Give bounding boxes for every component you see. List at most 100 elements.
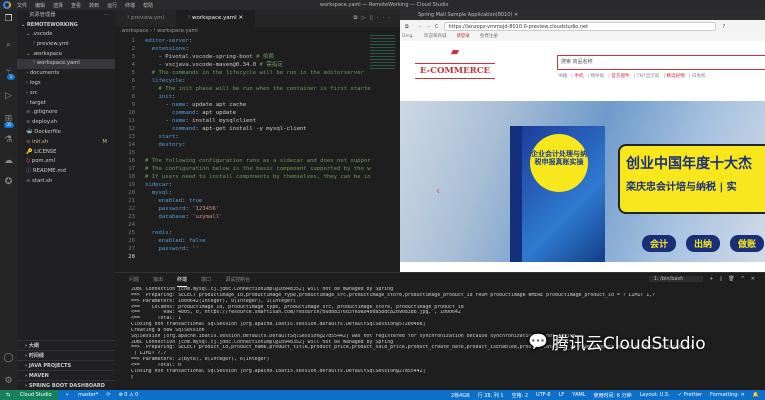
tree-item[interactable]: › target <box>17 99 115 109</box>
panel-tab[interactable]: 调试控制台 <box>225 273 250 287</box>
remote-icon[interactable]: ☁ <box>3 156 14 167</box>
panel-tab[interactable]: 端口 <box>201 273 211 287</box>
banner-tag: 做账 <box>730 235 765 252</box>
category-link[interactable]: 精选好物 <box>667 74 685 79</box>
language-mode[interactable]: YAML <box>572 392 585 398</box>
notifications-icon[interactable]: 🔔 <box>753 392 759 398</box>
tree-item[interactable]: ≡ start.sh <box>17 177 115 187</box>
tree-item[interactable]: › documents <box>17 69 115 79</box>
cursor-position[interactable]: 行 28, 列 1 <box>478 392 504 399</box>
panel-tab[interactable]: 终端 <box>177 273 188 287</box>
panel-tab[interactable]: 输出 <box>153 273 163 287</box>
settings-gear-icon[interactable]: ⚙ <box>3 376 14 387</box>
register-link[interactable]: 免费注册 <box>480 34 498 39</box>
panel-tab[interactable]: 问题 <box>129 273 139 287</box>
code-editor[interactable]: 1 editor-server:2 extensions:3 - Pivotal.… <box>115 37 400 261</box>
menu-item[interactable]: 帮助 <box>143 3 153 9</box>
section-大纲[interactable]: › 大纲 <box>17 340 115 350</box>
editor-actions[interactable]: ⧉▷▯··· <box>354 10 400 27</box>
workspace-root[interactable]: ⌄ REMOTEWORKING <box>17 20 115 30</box>
tree-item[interactable]: › src <box>17 89 115 99</box>
tree-item[interactable]: 🐳 Dockerfile <box>17 128 115 138</box>
explorer-icon[interactable]: ❐ <box>3 14 14 25</box>
spring-boot-icon[interactable]: ✪ <box>3 177 14 188</box>
split-terminal-icon[interactable]: ▯ <box>719 276 722 282</box>
formatting[interactable]: Formatting: ✕ <box>710 392 745 398</box>
menu-item[interactable]: 查看 <box>71 3 81 9</box>
tree-item[interactable]: ⌄ .workspace <box>17 50 115 60</box>
code-token: sidecar <box>145 182 169 188</box>
category-link[interactable]: 书籍 <box>558 74 567 79</box>
menu-item[interactable]: 编辑 <box>35 3 45 9</box>
close-tab-icon[interactable]: ✕ <box>238 15 243 21</box>
tree-item[interactable]: ⟨⟩ pom.xml <box>17 157 115 167</box>
keyboard-layout[interactable]: Layout: U.S. <box>640 392 670 398</box>
run-debug-icon[interactable]: ▷ <box>3 91 14 102</box>
more-actions-icon[interactable]: ··· <box>104 10 109 20</box>
branch-indicator[interactable]: ⑂ master* <box>66 392 99 398</box>
section-maven[interactable]: › MAVEN <box>17 370 115 380</box>
menu-item[interactable]: 运行 <box>107 3 117 9</box>
menu-item[interactable]: 终端 <box>125 3 135 9</box>
section-java-projects[interactable]: › JAVA PROJECTS <box>17 360 115 370</box>
tree-item[interactable]: ! workspace.yaml <box>17 59 115 70</box>
reload-icon[interactable]: C <box>435 24 439 30</box>
link[interactable]: Ding. <box>402 34 414 39</box>
category-link[interactable]: 畅呼吸 <box>590 74 604 79</box>
split-editor-icon: ▯ <box>369 15 377 21</box>
carousel-prev-icon[interactable]: ‹ <box>436 186 440 197</box>
breadcrumb-item[interactable]: workspace.yaml <box>157 28 198 34</box>
open-external-icon[interactable]: ⧉ <box>405 24 409 30</box>
promo-banner[interactable]: ‹ 企业会计处理与纳税申报真账实操 创业中国年度十大杰 栾庆忠会计培与纳税 | … <box>400 101 765 262</box>
maximize-panel-icon[interactable]: ^ <box>741 276 745 282</box>
tree-item[interactable]: ≡ init.sh M <box>17 138 115 148</box>
sync-icon[interactable]: ⟳ <box>106 392 110 398</box>
tree-item[interactable]: ≡ .gitignore <box>17 108 115 118</box>
link[interactable]: 欢迎来商城 <box>424 34 447 39</box>
back-icon[interactable]: ← <box>419 24 423 30</box>
search-icon[interactable]: ⌕ <box>3 40 14 51</box>
section-spring-boot-dashboard[interactable]: › SPRING BOOT DASHBOARD <box>17 380 115 390</box>
menu-item[interactable]: 选择 <box>53 3 63 9</box>
indentation[interactable]: 空格: 2 <box>512 392 528 399</box>
ecommerce-logo[interactable]: ▰ E-COMMERCE <box>415 45 495 95</box>
remote-indicator[interactable]: ⇆ Cloud Studio <box>0 390 58 400</box>
forward-icon[interactable]: → <box>427 24 431 30</box>
category-link[interactable]: 官方配件 <box>611 74 629 79</box>
help-icon[interactable]: ? <box>722 24 725 30</box>
category-link[interactable]: 手机 <box>574 74 583 79</box>
close-panel-icon[interactable]: ✕ <box>751 276 755 282</box>
account-icon[interactable]: ◯ <box>3 353 14 364</box>
terminal-select[interactable]: 1: /bin/bash <box>648 276 704 282</box>
tree-item[interactable]: ≡ deploy.sh <box>17 118 115 128</box>
tree-item[interactable]: ⓘ README.md <box>17 167 115 177</box>
tab-preview-yml[interactable]: ! preview.yml <box>115 10 176 27</box>
tab-workspace-yaml[interactable]: ! workspace.yaml ✕ <box>176 10 256 27</box>
tree-item[interactable]: › logs <box>17 79 115 89</box>
category-link[interactable]: TNT显示屏 <box>637 74 660 79</box>
code-line: 9 - name: update apt cache <box>115 101 400 109</box>
trash-icon[interactable]: 🗑 <box>728 276 734 282</box>
product-search-input[interactable]: 搜索 商品名称 <box>557 55 765 70</box>
tree-item[interactable]: ! preview.yml <box>17 40 115 50</box>
breadcrumb-item[interactable]: .workspace <box>120 28 148 34</box>
problems-indicator[interactable]: ⊗ 0 ⚠ 0 <box>119 392 139 398</box>
menu-item[interactable]: 文件 <box>17 3 27 9</box>
encoding[interactable]: UTF-8 <box>536 392 551 398</box>
prettier[interactable]: ✓ Prettier <box>678 392 702 398</box>
minimap[interactable] <box>370 35 395 70</box>
tree-item[interactable]: 🔑 LICENSE <box>17 148 115 158</box>
menu-item[interactable]: 转到 <box>89 3 99 9</box>
eol[interactable]: LF <box>559 392 565 398</box>
code-line: 12 command: apt-get install -y mysql-cli… <box>115 125 400 133</box>
new-terminal-icon[interactable]: + <box>709 276 713 282</box>
url-input[interactable]: https://lanzopz-vmmojd-8010.0-preview.cl… <box>444 22 717 31</box>
browser-tab[interactable]: Spring Mall Sample Application(8010) ✕ <box>400 10 765 20</box>
line-number: 24 <box>128 222 135 228</box>
login-link[interactable]: 请登录 <box>456 34 470 39</box>
testing-icon[interactable]: ⚗ <box>3 135 14 146</box>
line-number: 27 <box>128 246 135 252</box>
category-link[interactable]: 扫地机 <box>692 74 706 79</box>
section-时间线[interactable]: › 时间线 <box>17 350 115 360</box>
tree-item[interactable]: ⌄ .vscode <box>17 30 115 40</box>
